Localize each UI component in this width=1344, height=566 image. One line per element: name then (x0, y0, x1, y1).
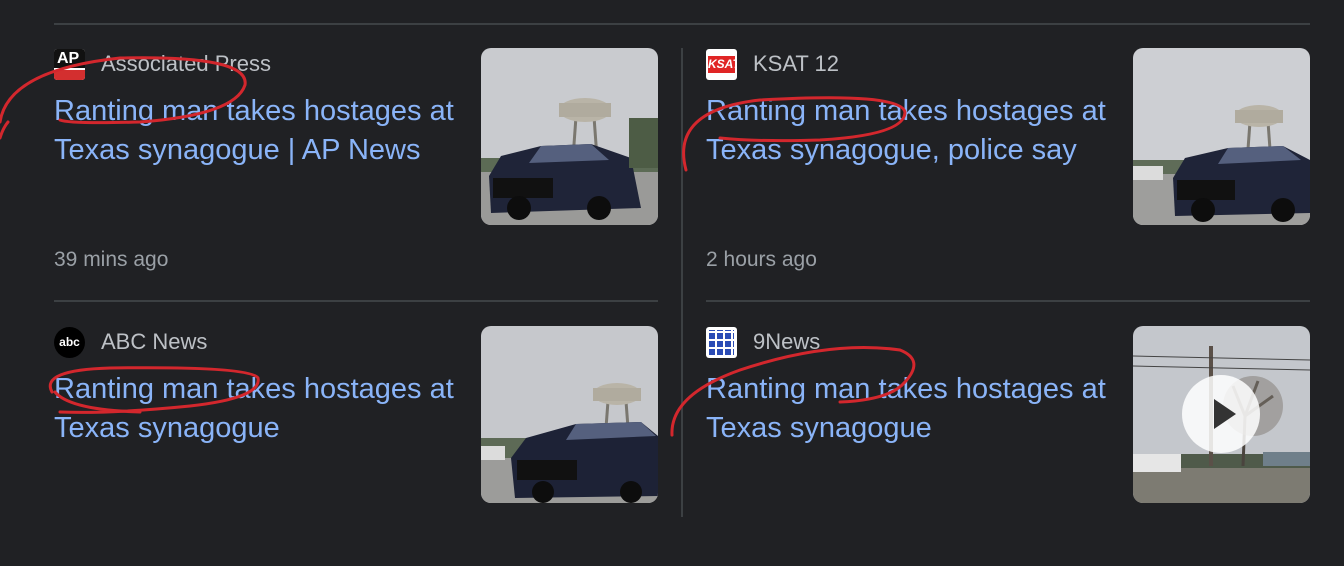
video-thumbnail-with-play-icon[interactable] (1133, 326, 1310, 503)
row-divider-left (54, 300, 658, 302)
headline-link[interactable]: Ranting man takes hostages at Texas syna… (706, 370, 1106, 447)
source-row: 9News (706, 326, 820, 358)
abc-logo-icon: abc (54, 326, 85, 358)
headline-link[interactable]: Ranting man takes hostages at Texas syna… (706, 92, 1106, 169)
headline-link[interactable]: Ranting man takes hostages at Texas syna… (54, 370, 454, 447)
source-name: 9News (753, 329, 821, 354)
police-suv-water-tower-image[interactable] (481, 48, 658, 225)
timestamp: 39 mins ago (54, 248, 169, 271)
source-row: AP Associated Press (54, 48, 271, 80)
news-card-abc-news[interactable]: abc ABC News Ranting man takes hostages … (54, 326, 658, 566)
column-divider (681, 48, 683, 517)
play-icon[interactable] (1182, 375, 1260, 453)
9news-logo-icon (706, 326, 737, 358)
news-card-9news[interactable]: 9News Ranting man takes hostages at Texa… (706, 326, 1310, 566)
source-name: ABC News (101, 329, 208, 354)
timestamp: 2 hours ago (706, 248, 817, 271)
ksat-logo-icon: KSAT (706, 48, 737, 80)
source-row: abc ABC News (54, 326, 207, 358)
news-card-associated-press[interactable]: AP Associated Press Ranting man takes ho… (54, 48, 658, 288)
row-divider-right (706, 300, 1310, 302)
ap-logo-icon: AP (54, 48, 85, 80)
source-row: KSAT KSAT 12 (706, 48, 839, 80)
top-divider (54, 23, 1310, 25)
news-card-ksat-12[interactable]: KSAT KSAT 12 Ranting man takes hostages … (706, 48, 1310, 288)
police-suv-water-tower-image[interactable] (1133, 48, 1310, 225)
police-suv-water-tower-image[interactable] (481, 326, 658, 503)
source-name: KSAT 12 (753, 51, 840, 76)
source-name: Associated Press (101, 51, 271, 76)
headline-link[interactable]: Ranting man takes hostages at Texas syna… (54, 92, 454, 169)
